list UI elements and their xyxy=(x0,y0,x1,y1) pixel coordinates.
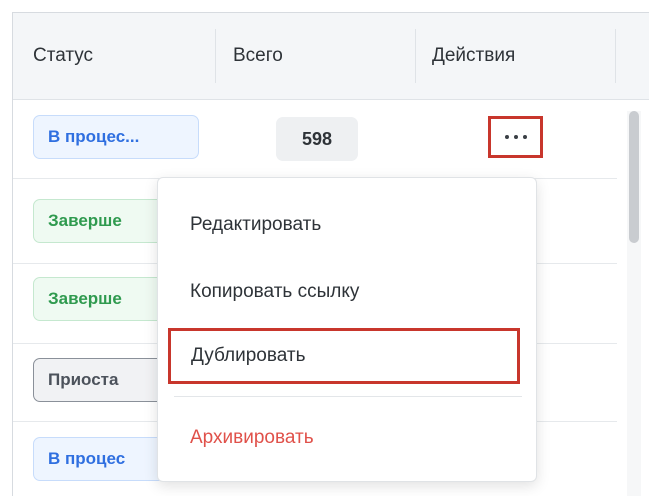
total-count-badge: 598 xyxy=(276,117,358,161)
column-divider[interactable] xyxy=(415,29,416,83)
column-divider[interactable] xyxy=(615,29,616,83)
more-dot-icon xyxy=(504,135,509,139)
row-actions-button[interactable] xyxy=(488,116,543,158)
table-header: Статус Всего Действия xyxy=(13,13,649,100)
screenshot-frame: Статус Всего Действия В процес... 598 За… xyxy=(0,0,649,496)
menu-item-archive[interactable]: Архивировать xyxy=(158,412,536,464)
vertical-scrollbar[interactable] xyxy=(627,111,641,496)
column-divider[interactable] xyxy=(215,29,216,83)
more-dot-icon xyxy=(522,135,527,139)
menu-item-copy-link[interactable]: Копировать ссылку xyxy=(158,266,536,318)
more-dot-icon xyxy=(513,135,518,139)
column-header-total[interactable]: Всего xyxy=(233,13,283,99)
column-header-actions: Действия xyxy=(432,45,516,66)
menu-divider xyxy=(174,396,522,397)
menu-item-edit[interactable]: Редактировать xyxy=(158,199,536,251)
column-header-status[interactable]: Статус xyxy=(33,13,93,99)
menu-item-duplicate[interactable]: Дублировать xyxy=(168,328,520,384)
row-actions-menu: Редактировать Копировать ссылку Дублиров… xyxy=(157,177,537,482)
status-badge: В процес... xyxy=(33,115,199,159)
scrollbar-thumb[interactable] xyxy=(629,111,639,243)
